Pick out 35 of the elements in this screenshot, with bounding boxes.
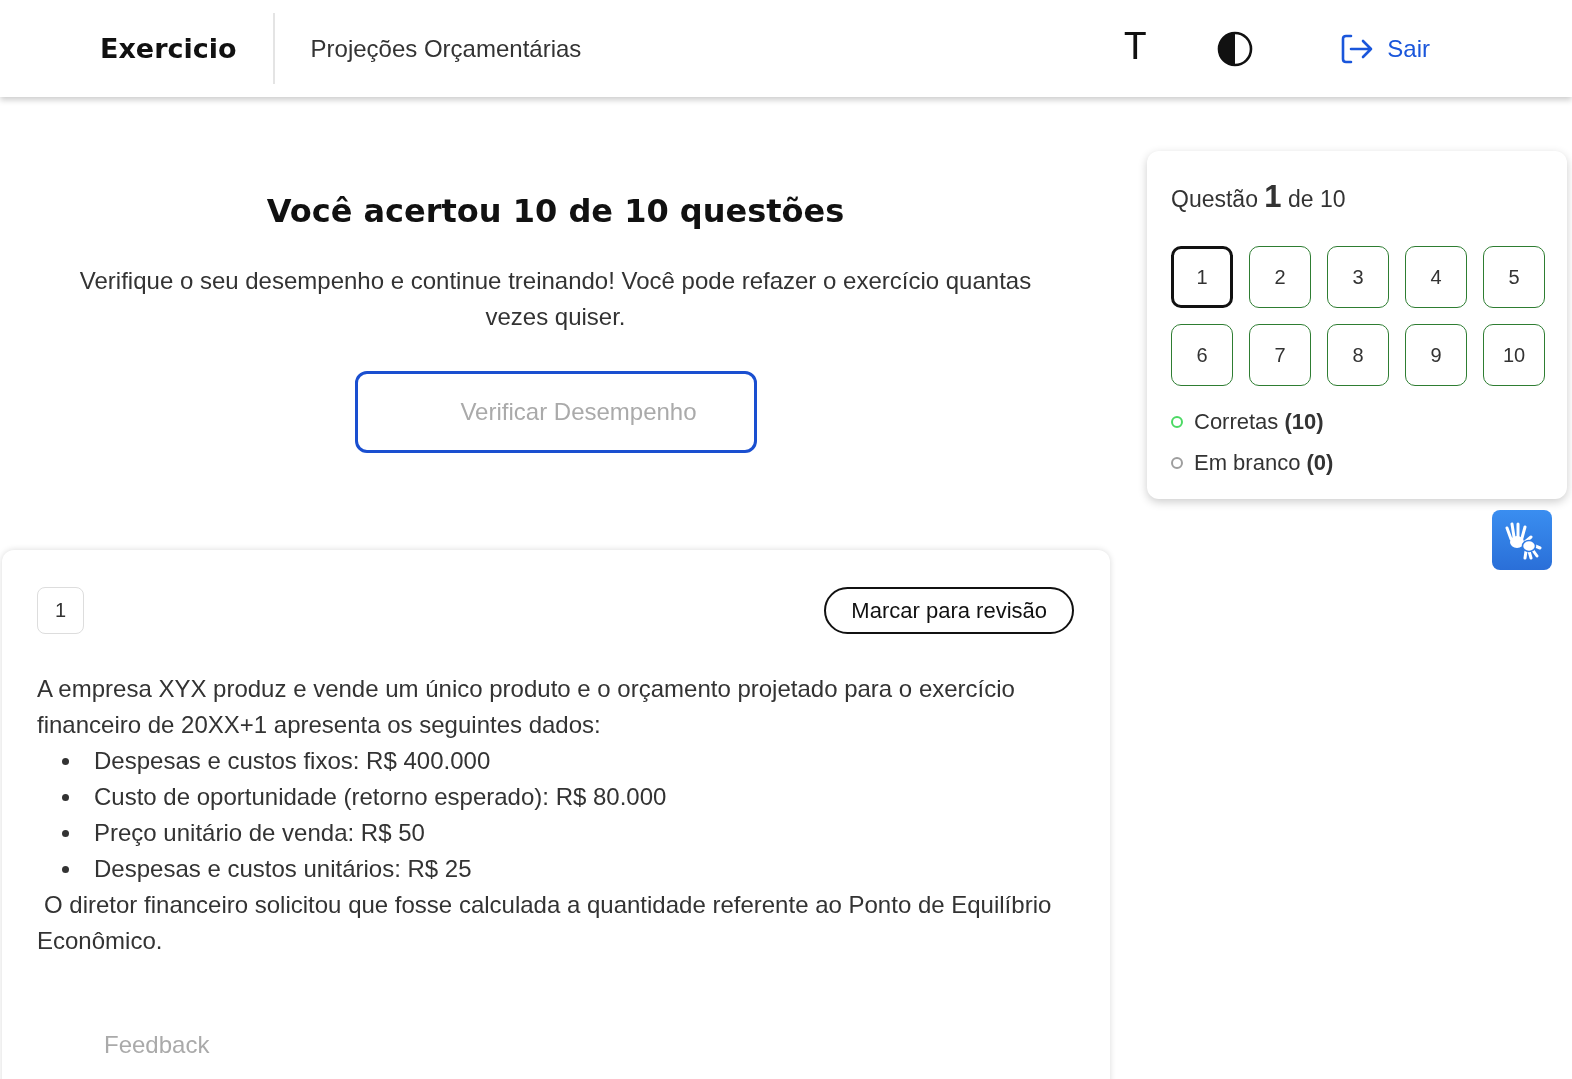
exercise-title: Projeções Orçamentárias [310, 34, 582, 63]
question-button[interactable]: 10 [1483, 324, 1545, 386]
question-button[interactable]: 5 [1483, 246, 1545, 308]
question-button[interactable]: 6 [1171, 324, 1233, 386]
question-button[interactable]: 4 [1405, 246, 1467, 308]
logout-icon [1341, 33, 1374, 64]
legend-label: Em branco (0) [1194, 449, 1334, 477]
question-button[interactable]: 3 [1327, 246, 1389, 308]
font-size-button[interactable]: T [1123, 28, 1148, 69]
app-title: Exercicio [100, 33, 237, 64]
sign-language-button[interactable] [1492, 510, 1552, 570]
contrast-button[interactable] [1217, 30, 1254, 67]
bullet-icon [62, 829, 69, 837]
result-message: Verifique o seu desempenho e continue treinando! Você pode refazer o exercício quantas vezes quiser. [78, 266, 1033, 332]
question-text: O diretor financeiro solicitou que fosse calculada a quantidade referente ao Ponto de Equilíbrio Econômico. [37, 890, 1053, 956]
question-button[interactable]: 9 [1405, 324, 1467, 386]
question-button[interactable]: 2 [1249, 246, 1311, 308]
question-text: A empresa XYX produz e vende um único produto e o orçamento projetado para o exercício financeiro de 20XX+1 apresenta os seguintes dados: [37, 674, 1016, 740]
legend-label: Corretas (10) [1194, 408, 1324, 436]
contrast-icon [1217, 30, 1254, 67]
list-item: Despesas e custos unitários: R$ 25 [94, 854, 472, 884]
bullet-icon [62, 865, 69, 873]
result-heading: Você acertou 10 de 10 questões [266, 191, 845, 231]
list-item: Custo de oportunidade (retorno esperado): R$ 80.000 [94, 782, 667, 812]
question-button[interactable]: 7 [1249, 324, 1311, 386]
list-item: Despesas e custos fixos: R$ 400.000 [94, 746, 491, 776]
question-button[interactable]: 1 [1171, 246, 1233, 308]
navigator-title: Questão 1 de 10 [1171, 182, 1347, 214]
mark-for-review-button[interactable]: Marcar para revisão [824, 587, 1074, 634]
bullet-icon [62, 757, 69, 765]
question-button[interactable]: 8 [1327, 324, 1389, 386]
question-number: 1 [37, 587, 84, 634]
bullet-icon [62, 793, 69, 801]
logout-button[interactable]: Sair [1341, 33, 1430, 64]
list-item: Preço unitário de venda: R$ 50 [94, 818, 425, 848]
